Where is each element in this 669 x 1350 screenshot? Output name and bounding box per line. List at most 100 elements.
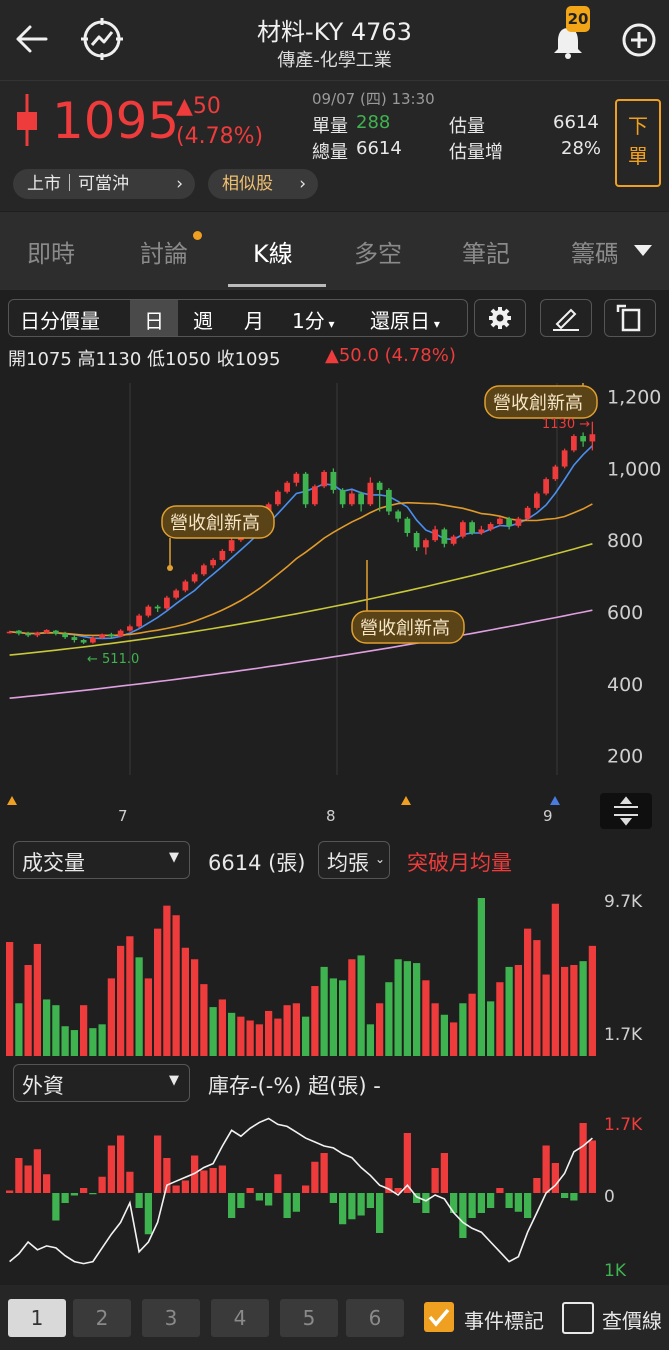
total-volume-label: 總量 bbox=[312, 142, 348, 163]
volume-bar bbox=[200, 984, 208, 1056]
volume-bar bbox=[551, 903, 559, 1056]
page-button-3[interactable]: 3 bbox=[142, 1299, 200, 1337]
foreign-bar bbox=[440, 1153, 448, 1193]
tab-notes[interactable]: 筆記 bbox=[462, 234, 510, 269]
tab-more-area[interactable] bbox=[618, 212, 669, 290]
volume-bar bbox=[228, 1012, 236, 1056]
foreign-bar bbox=[505, 1193, 513, 1208]
foreign-bar bbox=[357, 1193, 365, 1216]
market-info-pill[interactable]: 上市｜可當沖 › bbox=[13, 169, 195, 199]
x-tick-label: 9 bbox=[543, 807, 553, 825]
volume-bar bbox=[413, 963, 421, 1056]
period-day-button[interactable]: 日 bbox=[144, 305, 164, 334]
panel-resize-handle[interactable] bbox=[600, 793, 652, 829]
avg-select[interactable]: 均張 ⌄ bbox=[318, 841, 390, 879]
foreign-bar bbox=[579, 1123, 587, 1193]
candlestick-chart[interactable]: 1,2001,000800600400200 789 營收創新高營收創新高營收創… bbox=[0, 375, 669, 830]
volume-bar bbox=[440, 1014, 448, 1056]
rotate-button[interactable] bbox=[604, 299, 656, 337]
volume-bar bbox=[570, 964, 578, 1056]
y-tick-label: 600 bbox=[607, 602, 643, 624]
volume-bar bbox=[80, 1005, 88, 1056]
volume-bar bbox=[15, 1003, 23, 1056]
tab-long-short[interactable]: 多空 bbox=[354, 234, 402, 269]
volume-bar bbox=[117, 945, 125, 1056]
single-volume-label: 單量 bbox=[312, 116, 348, 137]
foreign-bar bbox=[366, 1193, 374, 1208]
annotation-label: 營收創新高 bbox=[360, 618, 450, 639]
candle-body bbox=[62, 633, 68, 638]
candle-body bbox=[552, 466, 559, 480]
period-week-button[interactable]: 週 bbox=[193, 305, 213, 334]
settings-button[interactable] bbox=[474, 299, 526, 337]
foreign-bar bbox=[431, 1168, 439, 1193]
candle-body bbox=[506, 518, 512, 526]
page-button-1[interactable]: 1 bbox=[8, 1299, 66, 1337]
volume-bar bbox=[292, 1003, 300, 1056]
page-button-6[interactable]: 6 bbox=[346, 1299, 404, 1337]
tab-kline[interactable]: K線 bbox=[253, 234, 293, 269]
volume-bar bbox=[394, 959, 402, 1056]
moving-average-line bbox=[9, 501, 593, 637]
foreign-bar bbox=[154, 1135, 162, 1193]
foreign-chart[interactable]: 1.7K 0 1K bbox=[0, 1108, 669, 1283]
volume-bar bbox=[209, 1007, 217, 1056]
volume-indicator-label: 成交量 bbox=[22, 851, 85, 875]
last-price: 1095 bbox=[52, 92, 180, 150]
price-line-checkbox[interactable] bbox=[562, 1302, 594, 1334]
tab-realtime[interactable]: 即時 bbox=[27, 234, 75, 269]
annotation-label: 營收創新高 bbox=[493, 393, 583, 414]
volume-bar bbox=[422, 980, 430, 1056]
candle-body bbox=[534, 493, 540, 508]
page-button-2[interactable]: 2 bbox=[73, 1299, 131, 1337]
restore-select[interactable]: 還原日 ▾ bbox=[370, 305, 440, 334]
volume-bar bbox=[579, 961, 587, 1056]
volume-bar bbox=[533, 940, 541, 1056]
market-info-label: 上市｜可當沖 bbox=[27, 174, 129, 194]
pen-icon bbox=[553, 308, 579, 331]
order-button-label: 下單 bbox=[628, 114, 648, 168]
volume-bar bbox=[320, 966, 328, 1056]
candle-body bbox=[145, 606, 152, 616]
foreign-bar bbox=[135, 1193, 143, 1208]
volume-bar bbox=[561, 966, 569, 1056]
draw-button[interactable] bbox=[540, 299, 592, 337]
candle-body bbox=[321, 471, 327, 487]
add-circle-icon[interactable] bbox=[621, 22, 657, 58]
candle-body bbox=[127, 626, 133, 631]
candle-body bbox=[312, 486, 318, 505]
volume-chart[interactable]: 9.7K 1.7K bbox=[0, 888, 669, 1060]
period-month-button[interactable]: 月 bbox=[244, 305, 264, 334]
event-marker-icon bbox=[401, 796, 411, 805]
candle-body bbox=[571, 436, 577, 451]
candle-body bbox=[376, 482, 383, 490]
high-price-label: 1130 → bbox=[542, 417, 590, 432]
foreign-bar bbox=[126, 1171, 134, 1193]
foreign-indicator-select[interactable]: 外資 ▼ bbox=[13, 1064, 190, 1102]
tab-chips[interactable]: 籌碼 bbox=[571, 234, 617, 269]
candle-body bbox=[358, 493, 364, 505]
event-mark-checkbox[interactable] bbox=[424, 1302, 454, 1332]
volume-indicator-select[interactable]: 成交量 ▼ bbox=[13, 841, 190, 879]
ohlc-summary: 開1075 高1130 低1050 收1095 bbox=[8, 349, 281, 370]
caret-down-icon: ⌄ bbox=[374, 852, 385, 866]
period-intraday-button[interactable]: 日分價量 bbox=[20, 305, 100, 334]
foreign-bar bbox=[487, 1193, 495, 1208]
similar-stocks-pill[interactable]: 相似股 › bbox=[208, 169, 318, 199]
foreign-bar bbox=[52, 1193, 60, 1221]
page-button-4[interactable]: 4 bbox=[211, 1299, 269, 1337]
y-tick-label: 1K bbox=[604, 1261, 627, 1281]
volume-value: 6614 (張) bbox=[208, 851, 306, 875]
candle-body bbox=[543, 479, 549, 494]
order-button[interactable]: 下單 bbox=[615, 99, 661, 187]
period-minute-select[interactable]: 1分 ▾ bbox=[292, 305, 335, 334]
tab-discussion[interactable]: 討論 bbox=[140, 234, 188, 269]
annotation-label: 營收創新高 bbox=[170, 513, 260, 534]
active-tab-indicator bbox=[228, 284, 326, 287]
page-button-5[interactable]: 5 bbox=[280, 1299, 338, 1337]
foreign-bar bbox=[422, 1193, 430, 1213]
similar-stocks-label: 相似股 bbox=[222, 174, 273, 194]
volume-bar bbox=[431, 1003, 439, 1056]
candle-body bbox=[561, 450, 568, 467]
quote-datetime: 09/07 (四) 13:30 bbox=[312, 90, 435, 108]
